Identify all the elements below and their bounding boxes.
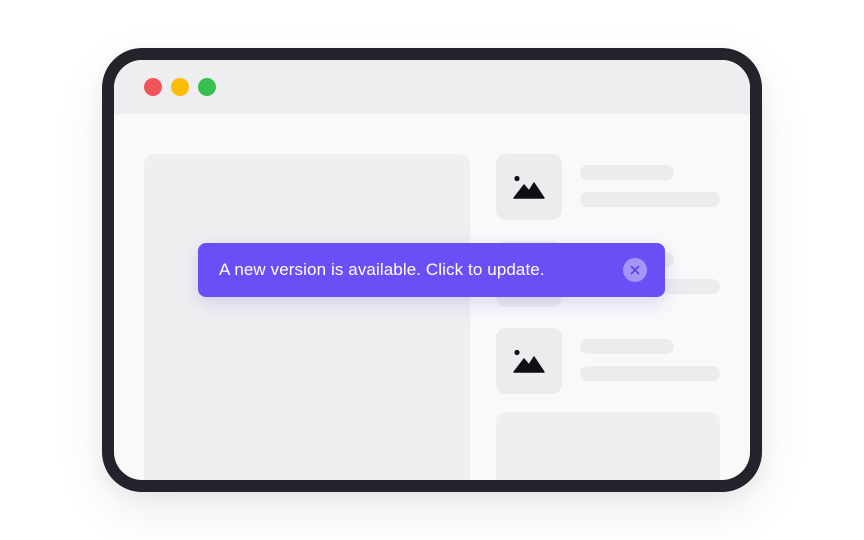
toast-close-button[interactable]	[623, 258, 647, 282]
window-minimize-button[interactable]	[171, 78, 189, 96]
list-item	[496, 154, 720, 220]
text-placeholder	[580, 165, 674, 180]
text-placeholder	[580, 366, 720, 381]
window-titlebar	[114, 60, 750, 114]
thumbnail	[496, 328, 562, 394]
main-content-placeholder	[144, 154, 470, 480]
close-icon	[630, 265, 640, 275]
image-icon	[513, 175, 545, 199]
image-icon	[513, 349, 545, 373]
update-notification-toast[interactable]: A new version is available. Click to upd…	[198, 243, 665, 297]
list-item	[496, 328, 720, 394]
stage: A new version is available. Click to upd…	[0, 0, 864, 540]
toast-message[interactable]: A new version is available. Click to upd…	[219, 260, 623, 280]
thumbnail	[496, 154, 562, 220]
window-maximize-button[interactable]	[198, 78, 216, 96]
text-placeholder	[580, 339, 674, 354]
card-placeholder	[496, 412, 720, 480]
window-close-button[interactable]	[144, 78, 162, 96]
text-placeholder	[580, 192, 720, 207]
page-content	[114, 114, 750, 480]
